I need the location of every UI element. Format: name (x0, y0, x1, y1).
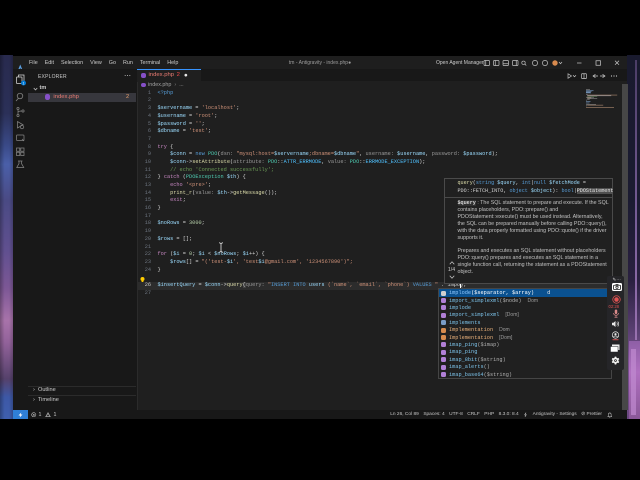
svg-text:1: 1 (23, 81, 25, 85)
